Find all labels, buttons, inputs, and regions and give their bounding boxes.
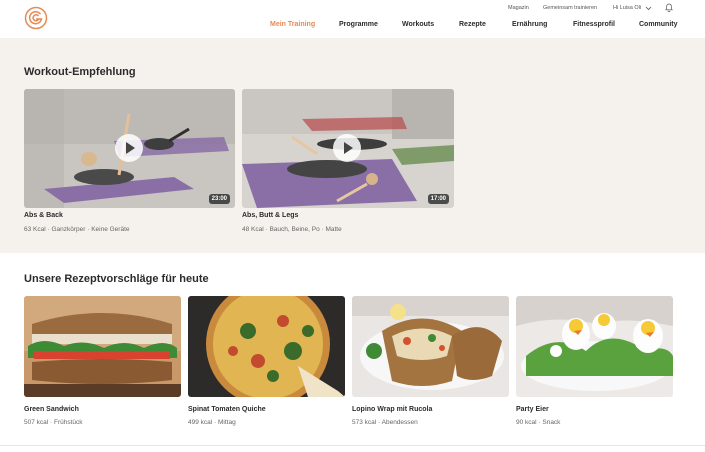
recipe-image[interactable] (188, 296, 345, 397)
bell-icon[interactable] (665, 3, 673, 12)
recipe-image[interactable] (24, 296, 181, 397)
user-menu[interactable]: Hi Luisa Oli (613, 5, 652, 11)
recipe-meta: 507 kcal · Frühstück (24, 419, 83, 426)
workout-title[interactable]: Abs & Back (24, 212, 63, 219)
workout-title[interactable]: Abs, Butt & Legs (242, 212, 298, 219)
recipe-image[interactable] (352, 296, 509, 397)
recipe-title[interactable]: Green Sandwich (24, 406, 79, 413)
nav-fitnessprofil[interactable]: Fitnessprofil (573, 21, 615, 28)
workout-section-title: Workout-Empfehlung (24, 66, 136, 78)
nav-programme[interactable]: Programme (339, 21, 378, 28)
main-navigation: Mein Training Programme Workouts Rezepte… (0, 21, 705, 33)
recipes-section: Unsere Rezeptvorschläge für heute Green … (0, 253, 705, 443)
recipe-meta: 90 kcal · Snack (516, 419, 561, 426)
user-greeting: Hi Luisa Oli (613, 5, 642, 11)
workout-thumbnail[interactable]: 17:00 (242, 89, 454, 208)
nav-community[interactable]: Community (639, 21, 678, 28)
topnav-magazin-link[interactable]: Magazin (508, 5, 529, 11)
nav-mein-training[interactable]: Mein Training (270, 21, 315, 28)
header: Magazin Gemeinsam trainieren Hi Luisa Ol… (0, 0, 705, 38)
workout-meta: 48 Kcal · Bauch, Beine, Po · Matte (242, 226, 342, 233)
chevron-down-icon (645, 6, 652, 10)
recipe-title[interactable]: Party Eier (516, 406, 549, 413)
play-icon[interactable] (333, 134, 361, 162)
topnav-gemeinsam-link[interactable]: Gemeinsam trainieren (543, 5, 597, 11)
recipe-meta: 499 kcal · Mittag (188, 419, 236, 426)
workout-section: Workout-Empfehlung 23:00 Abs & Back 63 K… (0, 38, 705, 253)
recipe-title[interactable]: Spinat Tomaten Quiche (188, 406, 266, 413)
bottom-divider (0, 445, 705, 446)
duration-badge: 23:00 (208, 194, 230, 204)
nav-rezepte[interactable]: Rezepte (459, 21, 486, 28)
nav-ernaehrung[interactable]: Ernährung (512, 21, 547, 28)
duration-badge: 17:00 (427, 194, 449, 204)
nav-workouts[interactable]: Workouts (402, 21, 434, 28)
recipe-image[interactable] (516, 296, 673, 397)
recipes-section-title: Unsere Rezeptvorschläge für heute (24, 273, 209, 285)
workout-meta: 63 Kcal · Ganzkörper · Keine Geräte (24, 226, 130, 233)
play-icon[interactable] (115, 134, 143, 162)
recipe-title[interactable]: Lopino Wrap mit Rucola (352, 406, 432, 413)
workout-thumbnail[interactable]: 23:00 (24, 89, 235, 208)
recipe-meta: 573 kcal · Abendessen (352, 419, 418, 426)
